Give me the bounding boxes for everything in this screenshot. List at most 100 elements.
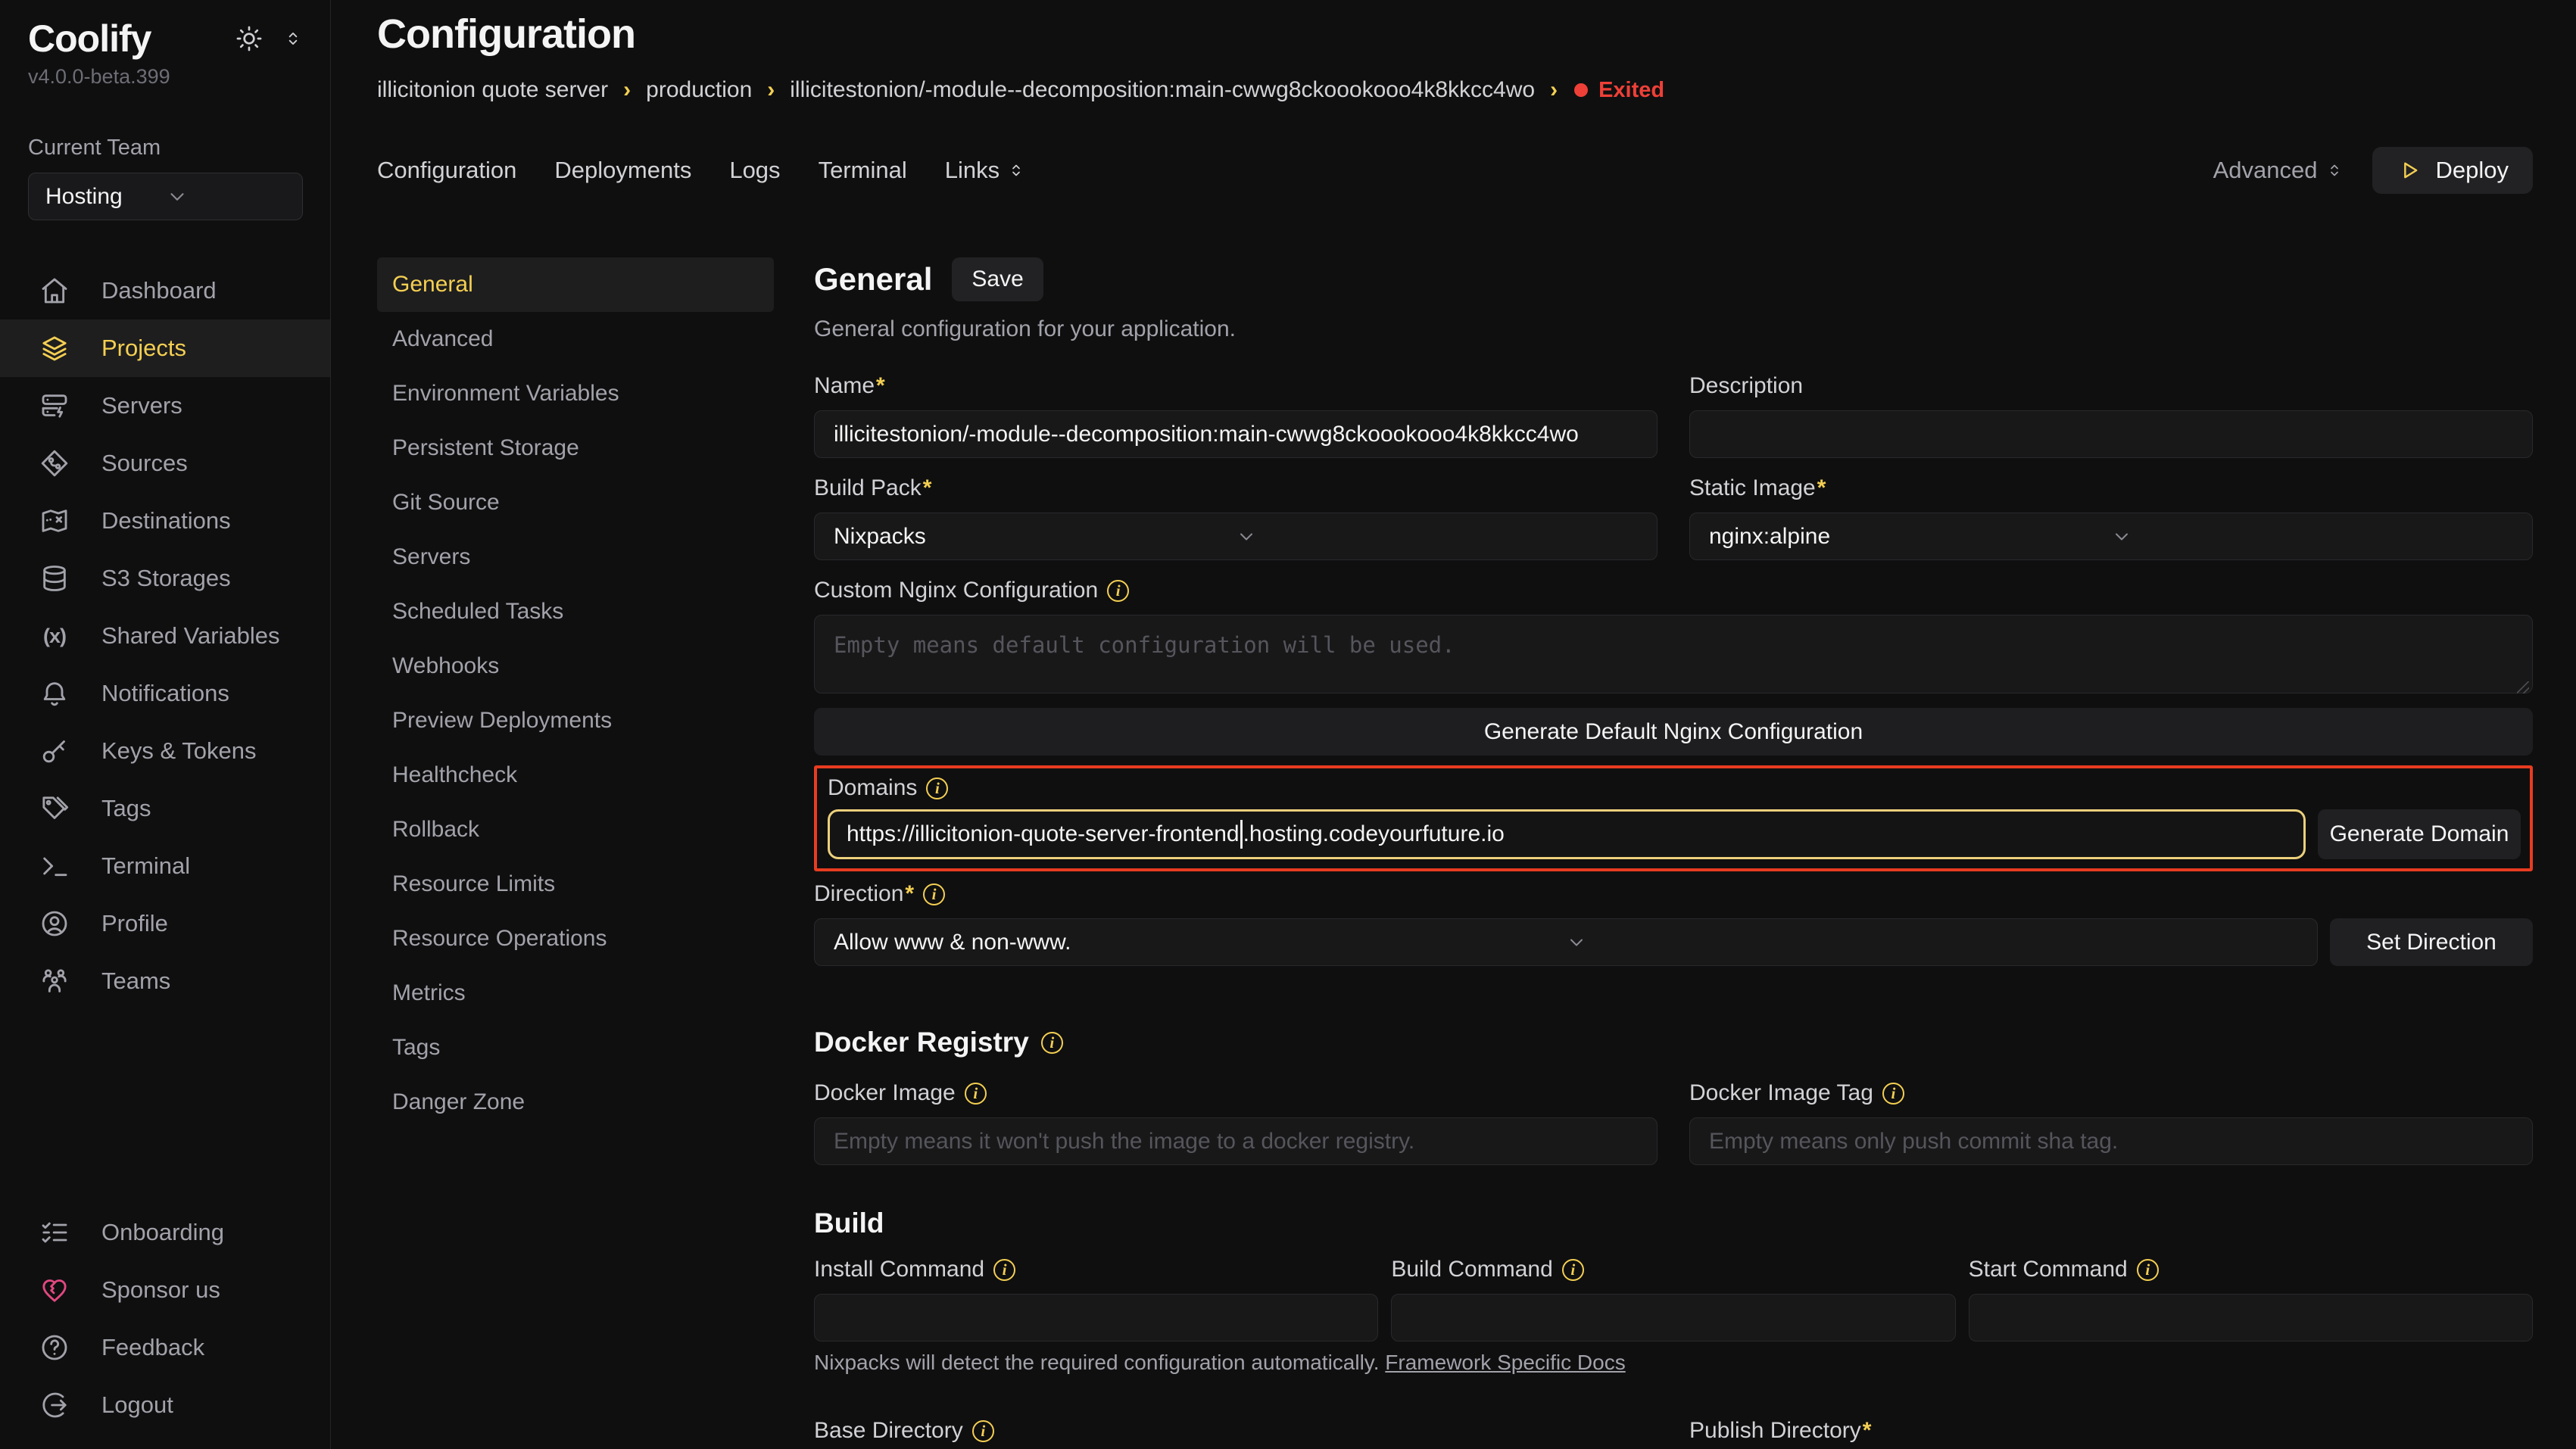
sidebar-item-feedback[interactable]: Feedback [0,1319,330,1376]
static-image-label: Static Image [1689,475,1826,501]
sidebar-item-sponsor-us[interactable]: Sponsor us [0,1261,330,1319]
info-icon[interactable] [926,777,948,799]
profile-icon [39,908,70,939]
subnav-item-environment-variables[interactable]: Environment Variables [377,366,774,421]
play-icon [2397,157,2422,183]
section-heading-general: General [814,261,932,298]
subnav-item-preview-deployments[interactable]: Preview Deployments [377,693,774,748]
map-icon [39,506,70,536]
app-logo: Coolify [28,17,235,61]
git-source-icon [39,448,70,478]
subnav-item-resource-operations[interactable]: Resource Operations [377,911,774,966]
static-image-select[interactable]: nginx:alpine [1689,513,2533,560]
generate-nginx-button[interactable]: Generate Default Nginx Configuration [814,708,2533,756]
docker-image-tag-input[interactable] [1689,1117,2533,1165]
docker-image-label: Docker Image [814,1080,956,1106]
tab-configuration[interactable]: Configuration [377,157,516,184]
subnav-item-tags[interactable]: Tags [377,1021,774,1075]
theme-sun-icon[interactable] [235,24,264,53]
sidebar-item-destinations[interactable]: Destinations [0,492,330,550]
info-icon[interactable] [1107,580,1129,602]
sidebar-item-dashboard[interactable]: Dashboard [0,262,330,319]
advanced-dropdown[interactable]: Advanced [2213,157,2344,184]
generate-domain-button[interactable]: Generate Domain [2318,809,2521,859]
subnav-item-servers[interactable]: Servers [377,530,774,584]
chevrons-up-down-icon [1007,161,1025,179]
description-input[interactable] [1689,410,2533,458]
domains-input[interactable]: https://illicitonion-quote-server-fronte… [828,809,2306,859]
home-icon [39,276,70,306]
domains-label: Domains [828,775,917,801]
subnav-item-persistent-storage[interactable]: Persistent Storage [377,421,774,475]
server-icon [39,391,70,421]
info-icon[interactable] [965,1083,987,1105]
start-command-input[interactable] [1969,1294,2533,1341]
build-pack-select[interactable]: Nixpacks [814,513,1658,560]
install-command-input[interactable] [814,1294,1378,1341]
sidebar-item-profile[interactable]: Profile [0,895,330,952]
deploy-button[interactable]: Deploy [2372,147,2534,194]
checklist-icon [39,1217,70,1248]
sidebar-item-teams[interactable]: Teams [0,952,330,1010]
build-command-input[interactable] [1391,1294,1955,1341]
tab-deployments[interactable]: Deployments [554,157,691,184]
info-icon[interactable] [993,1259,1015,1281]
key-icon [39,736,70,766]
set-direction-button[interactable]: Set Direction [2330,918,2533,966]
save-button[interactable]: Save [952,257,1043,301]
terminal-icon [39,851,70,881]
breadcrumb-environment[interactable]: production [646,77,752,103]
current-team-label: Current Team [28,136,303,160]
chevron-down-icon [166,185,286,208]
name-input[interactable] [814,410,1658,458]
main-area: Configuration illicitonion quote server … [331,0,2576,1449]
sidebar-item-s3-storages[interactable]: S3 Storages [0,550,330,607]
tab-logs[interactable]: Logs [729,157,780,184]
sidebar-item-keys-tokens[interactable]: Keys & Tokens [0,722,330,780]
framework-docs-link[interactable]: Framework Specific Docs [1385,1351,1625,1374]
info-icon[interactable] [923,883,945,905]
chevron-down-icon [2111,526,2513,547]
subnav-item-danger-zone[interactable]: Danger Zone [377,1075,774,1130]
sidebar-item-tags[interactable]: Tags [0,780,330,837]
status-badge: Exited [1574,78,1664,103]
text-caret [1240,820,1243,849]
sidebar-item-shared-variables[interactable]: (x) Shared Variables [0,607,330,665]
subnav-item-general[interactable]: General [377,257,774,312]
team-select[interactable]: Hosting [28,173,303,220]
sidebar-item-logout[interactable]: Logout [0,1376,330,1434]
docker-image-tag-label: Docker Image Tag [1689,1080,1873,1106]
subnav-item-advanced[interactable]: Advanced [377,312,774,366]
docker-image-input[interactable] [814,1117,1658,1165]
sidebar-item-projects[interactable]: Projects [0,319,330,377]
subnav-item-scheduled-tasks[interactable]: Scheduled Tasks [377,584,774,639]
tab-links[interactable]: Links [945,157,1025,184]
nginx-config-label: Custom Nginx Configuration [814,578,1098,603]
info-icon[interactable] [1882,1083,1904,1105]
breadcrumb-application[interactable]: illicitestonion/-module--decomposition:m… [790,77,1535,103]
subnav-item-metrics[interactable]: Metrics [377,966,774,1021]
heart-icon [39,1275,70,1305]
info-icon[interactable] [972,1420,994,1442]
sidebar-item-terminal[interactable]: Terminal [0,837,330,895]
breadcrumb-separator [767,77,775,103]
app-version: v4.0.0-beta.399 [28,65,303,89]
info-icon[interactable] [1041,1032,1063,1054]
direction-select[interactable]: Allow www & non-www. [814,918,2318,966]
theme-switch-chevrons-icon[interactable] [283,29,303,48]
nginx-config-textarea[interactable] [814,615,2533,693]
info-icon[interactable] [2137,1259,2159,1281]
subnav-item-healthcheck[interactable]: Healthcheck [377,748,774,802]
sidebar-item-sources[interactable]: Sources [0,435,330,492]
sidebar-item-onboarding[interactable]: Onboarding [0,1204,330,1261]
sidebar-item-servers[interactable]: Servers [0,377,330,435]
breadcrumb-project[interactable]: illicitonion quote server [377,77,608,103]
subnav-item-resource-limits[interactable]: Resource Limits [377,857,774,911]
subnav-item-git-source[interactable]: Git Source [377,475,774,530]
layers-icon [39,333,70,363]
subnav-item-rollback[interactable]: Rollback [377,802,774,857]
sidebar-item-notifications[interactable]: Notifications [0,665,330,722]
info-icon[interactable] [1562,1259,1584,1281]
tab-terminal[interactable]: Terminal [819,157,907,184]
subnav-item-webhooks[interactable]: Webhooks [377,639,774,693]
